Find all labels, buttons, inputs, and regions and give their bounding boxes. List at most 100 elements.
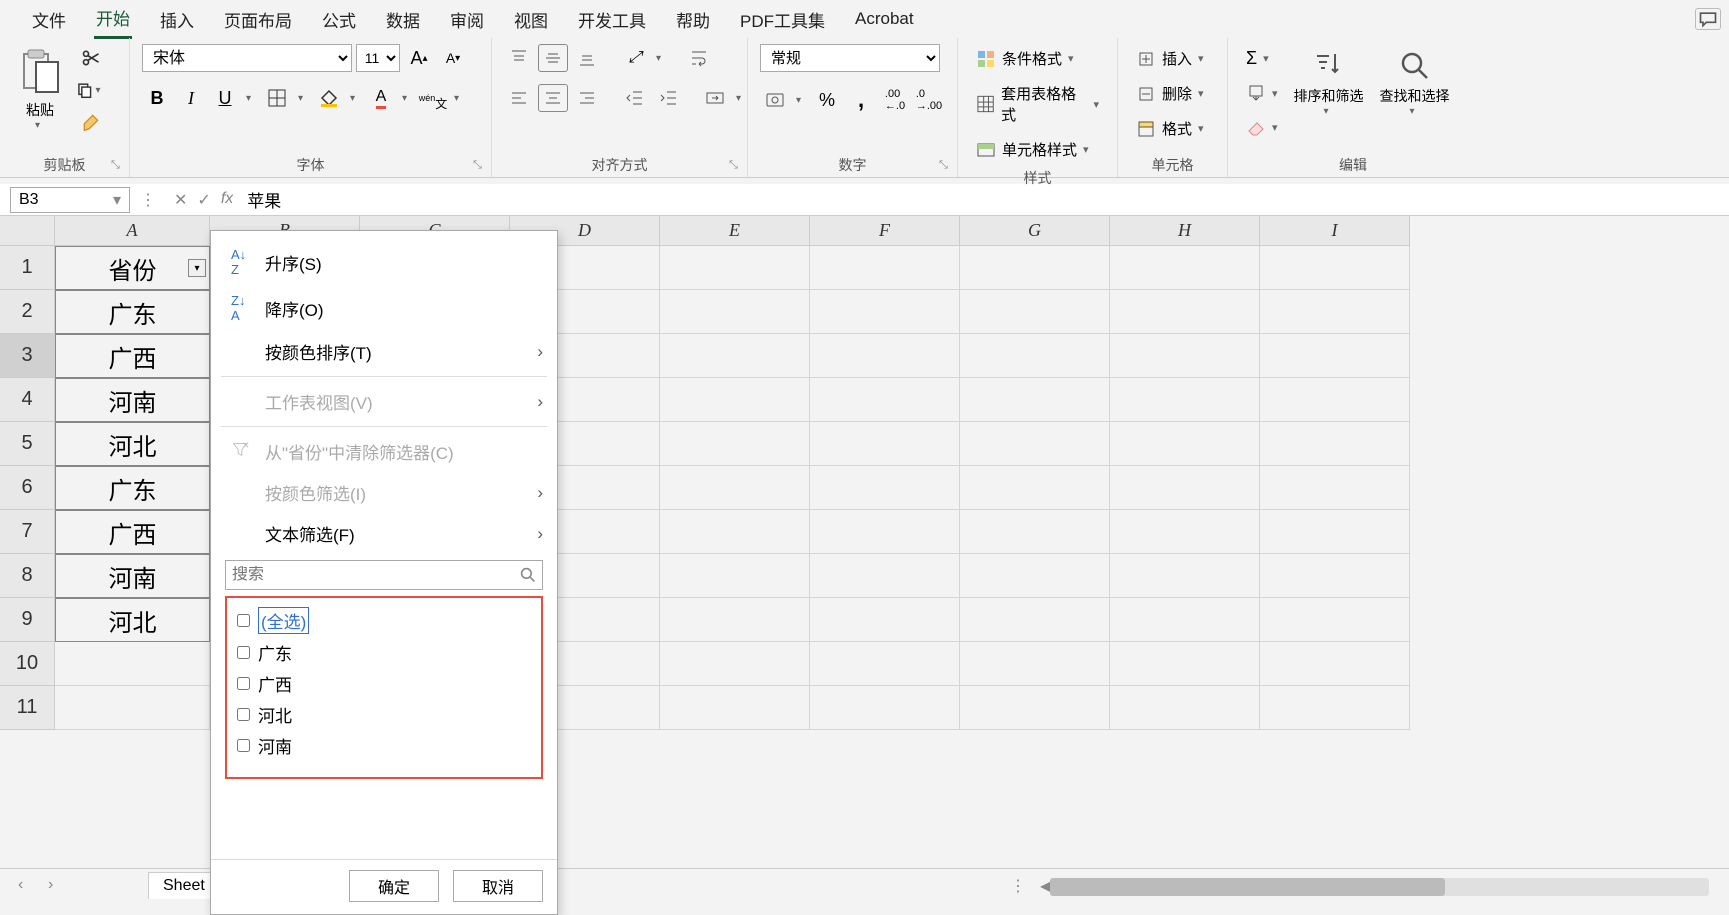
cell-A9[interactable]: 河北 <box>55 598 210 642</box>
col-header-F[interactable]: F <box>810 216 960 246</box>
row-header-7[interactable]: 7 <box>0 510 55 554</box>
cell-H9[interactable] <box>1110 598 1260 642</box>
sheet-next-button[interactable]: › <box>48 876 68 896</box>
cell-G9[interactable] <box>960 598 1110 642</box>
name-box[interactable]: B3▾ <box>10 187 130 213</box>
cell-F3[interactable] <box>810 334 960 378</box>
cell-I7[interactable] <box>1260 510 1410 554</box>
cell-A5[interactable]: 河北 <box>55 422 210 466</box>
cell-H1[interactable] <box>1110 246 1260 290</box>
decrease-decimal-button[interactable]: .0→.00 <box>914 86 944 114</box>
align-center-button[interactable] <box>538 84 568 112</box>
border-button[interactable] <box>262 84 292 112</box>
tab-file[interactable]: 文件 <box>30 1 68 38</box>
cell-E8[interactable] <box>660 554 810 598</box>
cell-F4[interactable] <box>810 378 960 422</box>
cell-H11[interactable] <box>1110 686 1260 730</box>
number-format-select[interactable]: 常规 <box>760 44 940 72</box>
grow-font-button[interactable]: A▴ <box>404 44 434 72</box>
cell-I6[interactable] <box>1260 466 1410 510</box>
comment-button[interactable] <box>1695 8 1721 30</box>
cell-A3[interactable]: 广西 <box>55 334 210 378</box>
cell-I4[interactable] <box>1260 378 1410 422</box>
cell-H6[interactable] <box>1110 466 1260 510</box>
tab-home[interactable]: 开始 <box>94 0 132 39</box>
filter-item-gd[interactable]: 广东 <box>237 637 531 668</box>
filter-item-selectall[interactable]: (全选) <box>237 604 531 637</box>
cell-E2[interactable] <box>660 290 810 334</box>
cell-E3[interactable] <box>660 334 810 378</box>
cell-F5[interactable] <box>810 422 960 466</box>
cell-G10[interactable] <box>960 642 1110 686</box>
align-middle-button[interactable] <box>538 44 568 72</box>
clear-button[interactable]: ▾ <box>1240 113 1284 141</box>
cell-H10[interactable] <box>1110 642 1260 686</box>
cell-F1[interactable] <box>810 246 960 290</box>
cell-A1[interactable]: 省份▾ <box>55 246 210 290</box>
cell-G7[interactable] <box>960 510 1110 554</box>
dialog-launcher-icon[interactable]: ⤡ <box>729 159 743 173</box>
sort-filter-button[interactable]: 排序和筛选▾ <box>1288 44 1370 121</box>
cell-I3[interactable] <box>1260 334 1410 378</box>
tab-data[interactable]: 数据 <box>384 1 422 38</box>
cell-styles-button[interactable]: 单元格样式▾ <box>970 135 1095 164</box>
cell-I11[interactable] <box>1260 686 1410 730</box>
tab-layout[interactable]: 页面布局 <box>222 1 294 38</box>
cell-E7[interactable] <box>660 510 810 554</box>
row-header-2[interactable]: 2 <box>0 290 55 334</box>
cell-H3[interactable] <box>1110 334 1260 378</box>
col-header-H[interactable]: H <box>1110 216 1260 246</box>
cell-H8[interactable] <box>1110 554 1260 598</box>
font-name-select[interactable]: 宋体 <box>142 44 352 72</box>
cell-A4[interactable]: 河南 <box>55 378 210 422</box>
select-all-corner[interactable] <box>0 216 55 246</box>
formula-input[interactable] <box>233 190 1729 210</box>
row-header-11[interactable]: 11 <box>0 686 55 730</box>
cell-G1[interactable] <box>960 246 1110 290</box>
conditional-format-button[interactable]: 条件格式▾ <box>970 44 1080 73</box>
align-bottom-button[interactable] <box>572 44 602 72</box>
cell-A7[interactable]: 广西 <box>55 510 210 554</box>
align-top-button[interactable] <box>504 44 534 72</box>
tab-view[interactable]: 视图 <box>512 1 550 38</box>
decrease-indent-button[interactable] <box>620 84 650 112</box>
cell-E10[interactable] <box>660 642 810 686</box>
cell-G4[interactable] <box>960 378 1110 422</box>
fill-color-button[interactable] <box>314 84 344 112</box>
find-select-button[interactable]: 查找和选择▾ <box>1374 44 1456 121</box>
cell-I5[interactable] <box>1260 422 1410 466</box>
bold-button[interactable]: B <box>142 84 172 112</box>
italic-button[interactable]: I <box>176 84 206 112</box>
cell-F6[interactable] <box>810 466 960 510</box>
sort-asc-item[interactable]: A↓Z 升序(S) <box>211 239 557 285</box>
cell-G6[interactable] <box>960 466 1110 510</box>
cell-E9[interactable] <box>660 598 810 642</box>
cell-H2[interactable] <box>1110 290 1260 334</box>
cell-F8[interactable] <box>810 554 960 598</box>
tab-review[interactable]: 审阅 <box>448 1 486 38</box>
row-header-3[interactable]: 3 <box>0 334 55 378</box>
shrink-font-button[interactable]: A▾ <box>438 44 468 72</box>
font-size-select[interactable]: 11 <box>356 44 400 72</box>
percent-button[interactable]: % <box>812 86 842 114</box>
row-header-1[interactable]: 1 <box>0 246 55 290</box>
cell-G5[interactable] <box>960 422 1110 466</box>
sheet-options-icon[interactable]: ⋮ <box>1010 876 1026 896</box>
dialog-launcher-icon[interactable]: ⤡ <box>473 159 487 173</box>
cell-I1[interactable] <box>1260 246 1410 290</box>
orientation-button[interactable]: ⤢ <box>620 44 650 72</box>
filter-item-hn[interactable]: 河南 <box>237 730 531 761</box>
cancel-formula-button[interactable]: ✕ <box>174 190 187 210</box>
row-header-4[interactable]: 4 <box>0 378 55 422</box>
align-left-button[interactable] <box>504 84 534 112</box>
font-color-button[interactable]: A <box>366 84 396 112</box>
delete-cells-button[interactable]: 删除▾ <box>1130 79 1210 108</box>
tab-help[interactable]: 帮助 <box>674 1 712 38</box>
fill-button[interactable]: ▾ <box>1240 79 1284 107</box>
tab-pdf[interactable]: PDF工具集 <box>738 1 827 38</box>
tab-dev[interactable]: 开发工具 <box>576 1 648 38</box>
cell-G2[interactable] <box>960 290 1110 334</box>
insert-cells-button[interactable]: 插入▾ <box>1130 44 1210 73</box>
cell-E6[interactable] <box>660 466 810 510</box>
cell-A11[interactable] <box>55 686 210 730</box>
